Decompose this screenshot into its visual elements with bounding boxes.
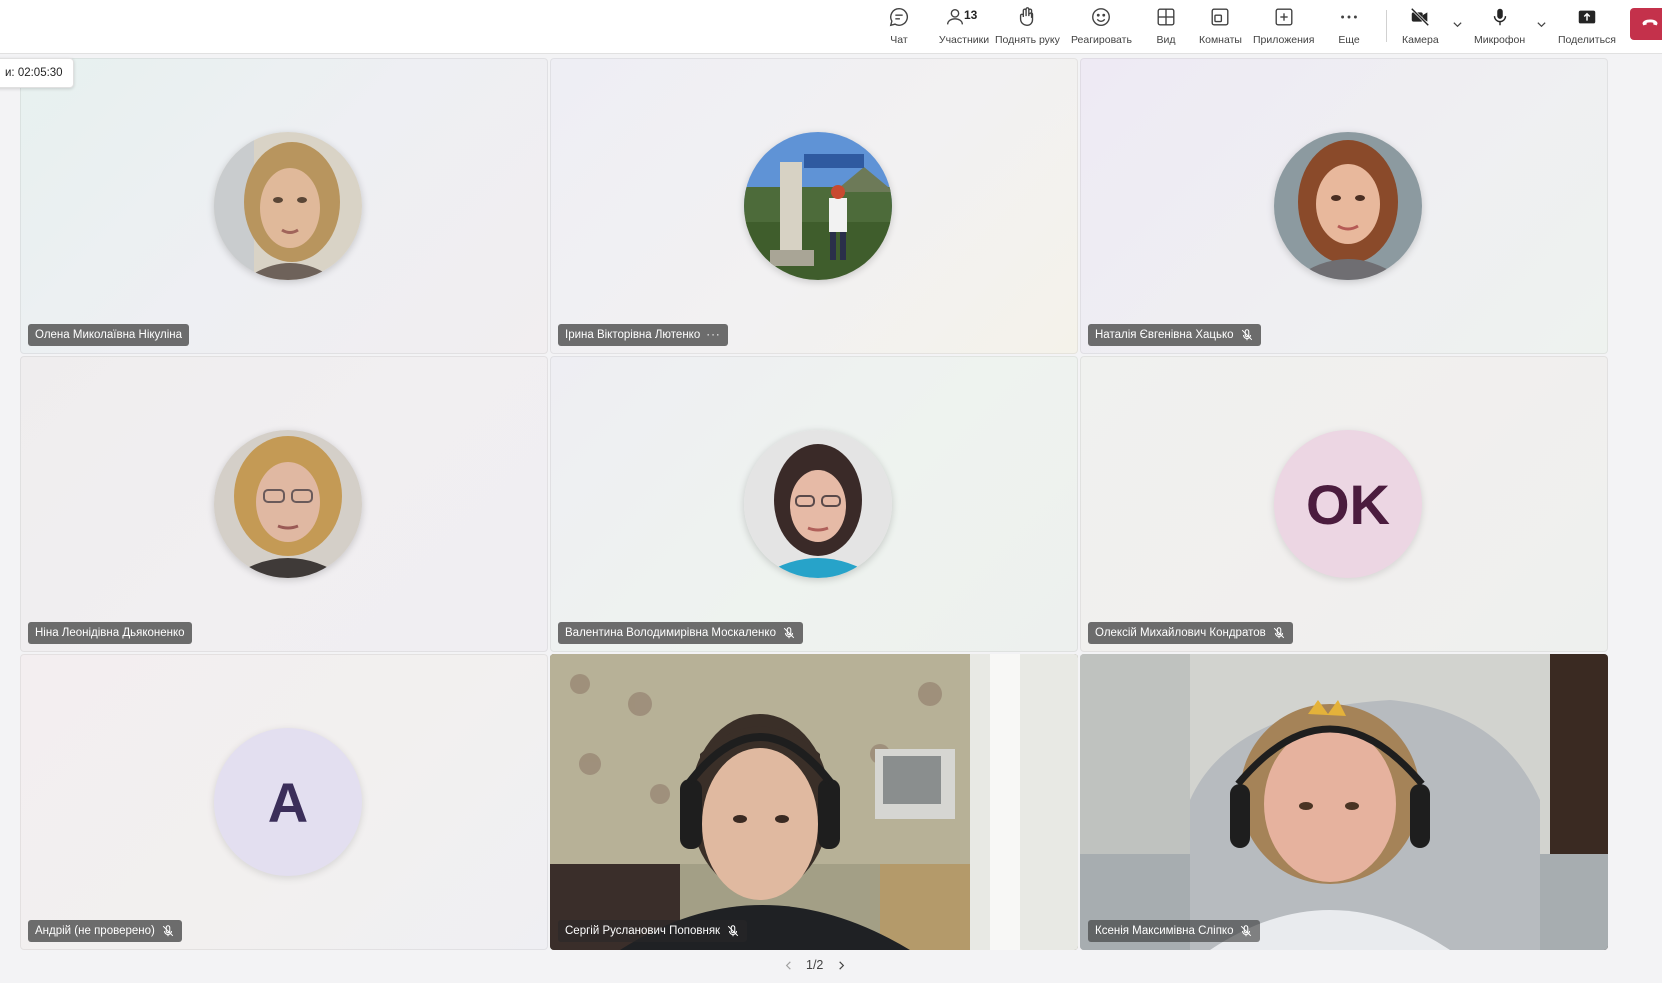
microphone-label: Микрофон	[1474, 34, 1526, 46]
participant-name: Олексій Михайлович Кондратов	[1088, 622, 1293, 644]
rooms-button[interactable]: Комнаты	[1199, 4, 1242, 50]
more-label: Еще	[1338, 34, 1360, 46]
avatar	[744, 430, 892, 578]
hand-icon	[1014, 4, 1040, 30]
apps-button[interactable]: Приложения	[1253, 4, 1314, 50]
participant-name: Андрій (не проверено)	[28, 920, 182, 942]
mic-off-icon	[162, 925, 174, 937]
participant-tile[interactable]: Ірина Вікторівна Лютенко ···	[550, 58, 1078, 354]
more-icon	[1336, 4, 1362, 30]
camera-label: Камера	[1402, 34, 1439, 46]
meeting-toolbar: Чат 13 Участники Поднять руку Реагироват…	[0, 0, 1662, 54]
participant-tile[interactable]: Наталія Євгенівна Хацько	[1080, 58, 1608, 354]
more-button[interactable]: Еще	[1336, 4, 1362, 50]
share-button[interactable]: Поделиться	[1558, 4, 1616, 50]
rooms-label: Комнаты	[1199, 34, 1242, 46]
raise-hand-label: Поднять руку	[995, 34, 1060, 46]
grid-icon	[1153, 4, 1179, 30]
share-icon	[1574, 4, 1600, 30]
people-icon: 13	[940, 4, 988, 30]
participants-label: Участники	[938, 34, 990, 46]
share-label: Поделиться	[1558, 34, 1616, 46]
participant-tile[interactable]: OK Олексій Михайлович Кондратов	[1080, 356, 1608, 652]
view-button[interactable]: Вид	[1153, 4, 1179, 50]
initials-avatar: OK	[1274, 430, 1422, 578]
participant-name: Валентина Володимирівна Москаленко	[558, 622, 803, 644]
mic-off-icon	[1273, 627, 1284, 639]
toolbar-divider	[1386, 10, 1387, 42]
react-label: Реагировать	[1071, 34, 1132, 46]
apps-label: Приложения	[1253, 34, 1315, 46]
participant-tile[interactable]: Олена Миколаївна Нікуліна	[20, 58, 548, 354]
microphone-options-chevron-icon[interactable]	[1534, 14, 1548, 34]
participant-video	[1080, 654, 1608, 950]
chat-icon	[886, 4, 912, 30]
camera-off-icon	[1407, 4, 1433, 30]
more-options-icon[interactable]: ···	[706, 324, 721, 346]
participant-name: Ксенія Максимівна Сліпко	[1088, 920, 1261, 942]
avatar	[744, 132, 892, 280]
participants-count: 13	[964, 8, 978, 22]
chat-label: Чат	[890, 34, 908, 46]
microphone-button[interactable]: Микрофон	[1474, 4, 1525, 50]
phone-hangup-icon	[1640, 12, 1660, 37]
participant-name: Ірина Вікторівна Лютенко ···	[558, 324, 728, 346]
plus-square-icon	[1271, 4, 1297, 30]
camera-options-chevron-icon[interactable]	[1450, 14, 1464, 34]
avatar	[214, 132, 362, 280]
chat-button[interactable]: Чат	[886, 4, 912, 50]
participant-name: Сергій Русланович Поповняк	[558, 920, 748, 942]
mic-off-icon	[783, 627, 795, 639]
meeting-timer: и: 02:05:30	[0, 58, 74, 88]
mic-off-icon	[1241, 329, 1252, 341]
gallery-pager: 1/2	[780, 955, 849, 975]
avatar	[1274, 132, 1422, 280]
participant-tile[interactable]: Валентина Володимирівна Москаленко	[550, 356, 1078, 652]
avatar	[214, 430, 362, 578]
microphone-icon	[1487, 4, 1513, 30]
next-page-chevron-icon[interactable]	[833, 957, 849, 973]
leave-button[interactable]	[1630, 8, 1662, 40]
mic-off-icon	[1241, 925, 1252, 937]
raise-hand-button[interactable]: Поднять руку	[995, 4, 1060, 50]
rooms-icon	[1207, 4, 1233, 30]
smiley-icon	[1088, 4, 1114, 30]
initials-avatar: A	[214, 728, 362, 876]
participant-tile[interactable]: A Андрій (не проверено)	[20, 654, 548, 950]
participants-button[interactable]: 13 Участники	[932, 4, 996, 50]
camera-button[interactable]: Камера	[1402, 4, 1439, 50]
participant-name: Ніна Леонідівна Дьяконенко	[28, 622, 192, 644]
mic-off-icon	[727, 925, 739, 937]
page-indicator: 1/2	[806, 958, 824, 972]
participant-video-tile[interactable]: Сергій Русланович Поповняк	[550, 654, 1078, 950]
participant-video	[550, 654, 1078, 950]
view-label: Вид	[1156, 34, 1176, 46]
participant-video-tile[interactable]: Ксенія Максимівна Сліпко	[1080, 654, 1608, 950]
previous-page-chevron-icon[interactable]	[780, 957, 796, 973]
participant-name: Олена Миколаївна Нікуліна	[28, 324, 190, 346]
participant-tile[interactable]: Ніна Леонідівна Дьяконенко	[20, 356, 548, 652]
participant-name: Наталія Євгенівна Хацько	[1088, 324, 1261, 346]
react-button[interactable]: Реагировать	[1071, 4, 1132, 50]
